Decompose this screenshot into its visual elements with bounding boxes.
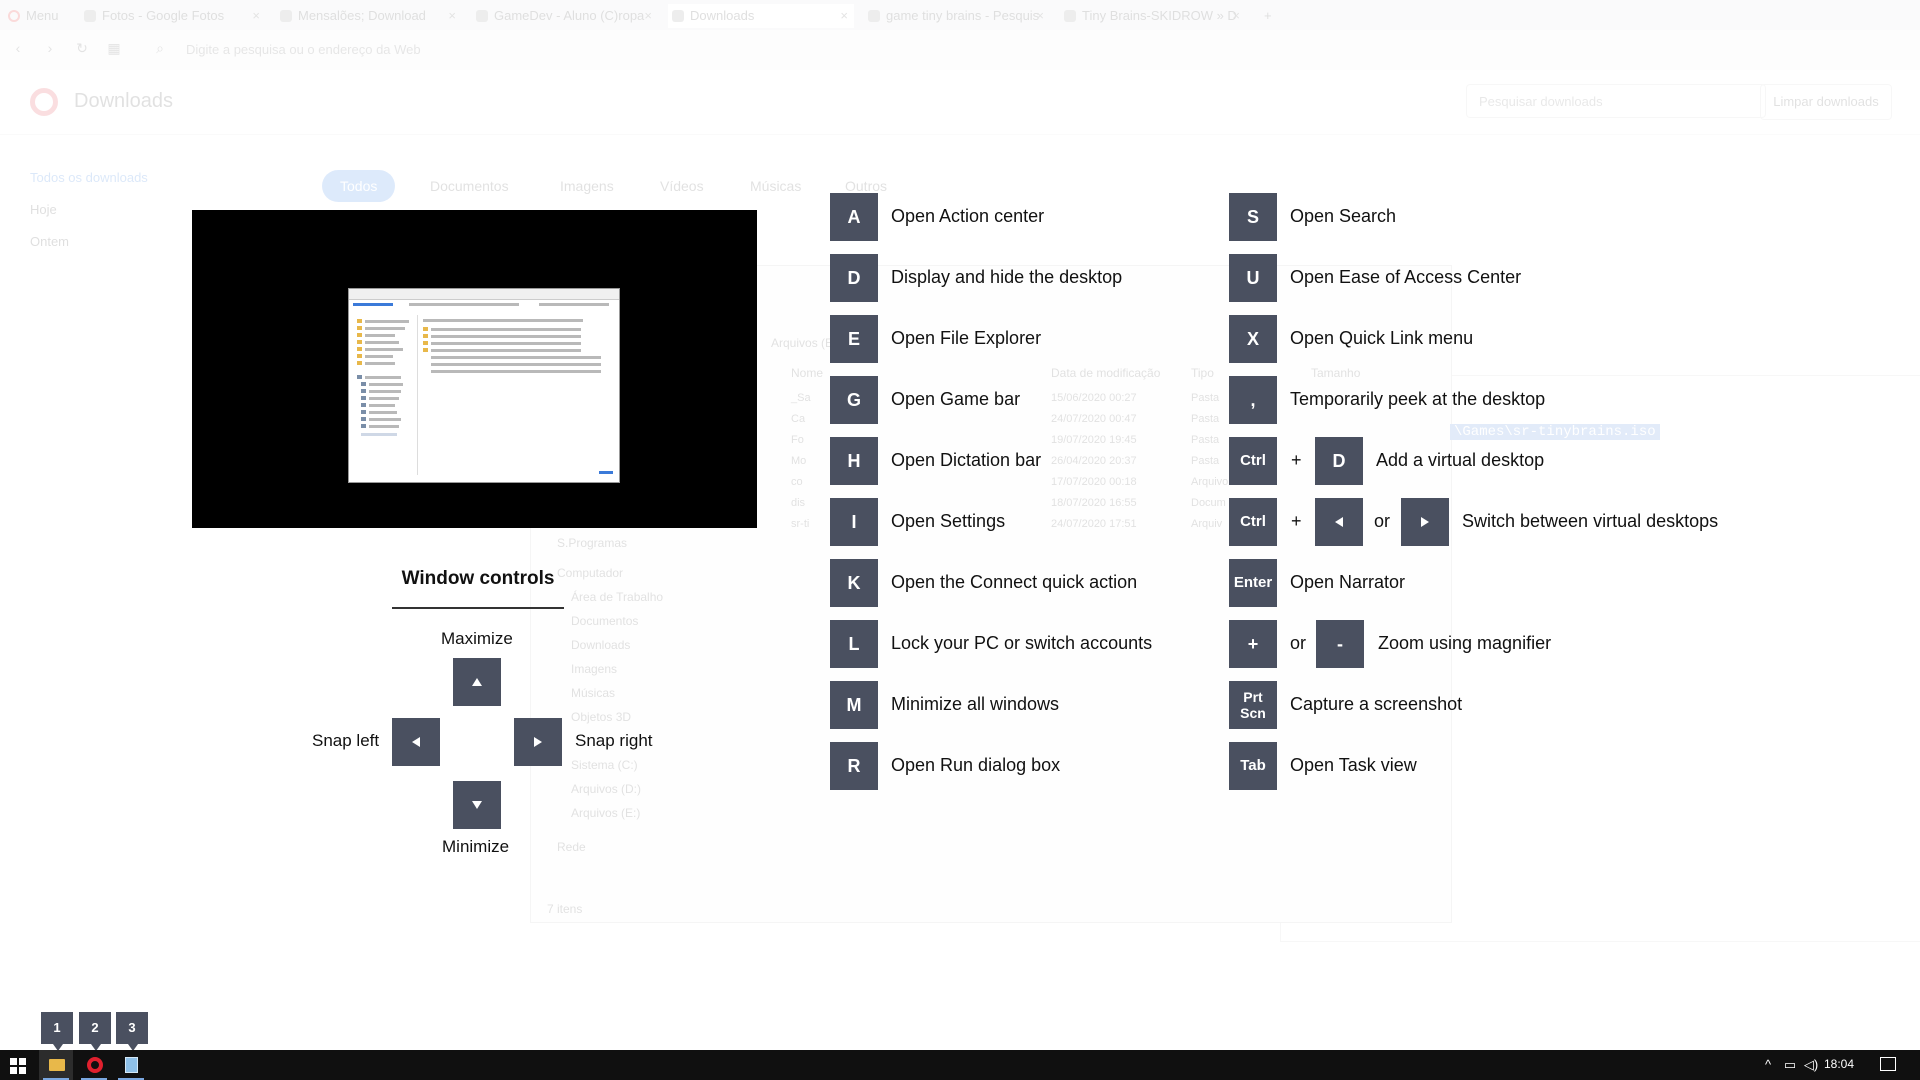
taskbar-shortcut-number: 3 <box>116 1012 148 1051</box>
right-arrow-key <box>514 718 562 766</box>
shortcut-description: Open Settings <box>891 511 1006 531</box>
up-arrow-key <box>453 658 501 706</box>
snap-right-label: Snap right <box>575 731 653 750</box>
key-e: E <box>830 315 878 363</box>
key-m: M <box>830 681 878 729</box>
shortcut-description: Open Search <box>1290 206 1397 226</box>
shortcut-description: Add a virtual desktop <box>1376 450 1545 470</box>
down-arrow-key <box>453 781 501 829</box>
left-arrow-key <box>1315 498 1363 546</box>
divider <box>392 607 564 609</box>
shortcut-description: Minimize all windows <box>891 694 1060 714</box>
notepad-icon <box>125 1057 138 1073</box>
key-a: A <box>830 193 878 241</box>
key-prtscn: Prt Scn <box>1229 681 1277 729</box>
key-ctrl: Ctrl <box>1229 437 1277 485</box>
taskbar-shortcut-number: 1 <box>41 1012 73 1051</box>
shortcut-description: Capture a screenshot <box>1290 694 1463 714</box>
plus-operator: + <box>1291 450 1302 470</box>
key-minus: - <box>1316 620 1364 668</box>
taskbar: ^ ▭ ◁) 18:04 <box>0 1050 1920 1080</box>
shortcut-description: Switch between virtual desktops <box>1462 511 1719 531</box>
triangle-left-icon <box>1335 517 1343 527</box>
key-enter: Enter <box>1229 559 1277 607</box>
triangle-right-icon <box>1421 517 1429 527</box>
shortcut-description: Lock your PC or switch accounts <box>891 633 1153 653</box>
notepad-taskbar-button[interactable] <box>114 1050 148 1080</box>
shortcut-description: Open File Explorer <box>891 328 1042 348</box>
key-comma: , <box>1229 376 1277 424</box>
shortcut-guide-overlay: Window controls Maximize Snap left Snap … <box>0 0 1920 1080</box>
minimize-label: Minimize <box>442 837 510 856</box>
chevron-up-icon[interactable]: ^ <box>1760 1057 1776 1073</box>
file-explorer-taskbar-button[interactable] <box>39 1050 73 1080</box>
key-d: D <box>830 254 878 302</box>
shortcut-description: Open Narrator <box>1290 572 1406 592</box>
opera-taskbar-button[interactable] <box>77 1050 111 1080</box>
shortcut-description: Display and hide the desktop <box>891 267 1123 287</box>
shortcut-description: Open Dictation bar <box>891 450 1042 470</box>
shortcut-description: Open Run dialog box <box>891 755 1061 775</box>
snap-left-label: Snap left <box>312 731 380 750</box>
triangle-up-icon <box>472 678 482 686</box>
shortcut-description: Temporarily peek at the desktop <box>1290 389 1546 409</box>
shortcut-description: Zoom using magnifier <box>1378 633 1552 653</box>
key-r: R <box>830 742 878 790</box>
triangle-down-icon <box>472 801 482 809</box>
window-thumbnail <box>348 288 620 483</box>
or-operator: or <box>1374 511 1391 531</box>
key-k: K <box>830 559 878 607</box>
plus-operator: + <box>1291 511 1302 531</box>
triangle-left-icon <box>412 737 420 747</box>
key-d: D <box>1315 437 1363 485</box>
key-l: L <box>830 620 878 668</box>
clock[interactable]: 18:04 <box>1824 1057 1854 1071</box>
key-plus: + <box>1229 620 1277 668</box>
window-controls-title: Window controls <box>401 568 555 589</box>
windows-start-icon[interactable] <box>10 1058 26 1074</box>
key-s: S <box>1229 193 1277 241</box>
opera-icon <box>87 1057 103 1073</box>
network-icon[interactable]: ▭ <box>1782 1057 1798 1073</box>
shortcut-description: Open the Connect quick action <box>891 572 1138 592</box>
notification-icon[interactable] <box>1880 1057 1896 1071</box>
or-operator: or <box>1290 633 1307 653</box>
shortcut-description: Open Game bar <box>891 389 1021 409</box>
key-g: G <box>830 376 878 424</box>
shortcut-description: Open Quick Link menu <box>1290 328 1474 348</box>
shortcut-description: Open Ease of Access Center <box>1290 267 1522 287</box>
key-h: H <box>830 437 878 485</box>
key-tab: Tab <box>1229 742 1277 790</box>
key-u: U <box>1229 254 1277 302</box>
key-ctrl: Ctrl <box>1229 498 1277 546</box>
key-i: I <box>830 498 878 546</box>
volume-icon[interactable]: ◁) <box>1803 1057 1819 1073</box>
shortcut-description: Open Task view <box>1290 755 1417 775</box>
file-explorer-icon <box>49 1059 65 1071</box>
taskbar-shortcut-number: 2 <box>79 1012 111 1051</box>
maximize-label: Maximize <box>441 629 513 648</box>
triangle-right-icon <box>534 737 542 747</box>
left-arrow-key <box>392 718 440 766</box>
shortcut-description: Open Action center <box>891 206 1045 226</box>
key-x: X <box>1229 315 1277 363</box>
right-arrow-key <box>1401 498 1449 546</box>
